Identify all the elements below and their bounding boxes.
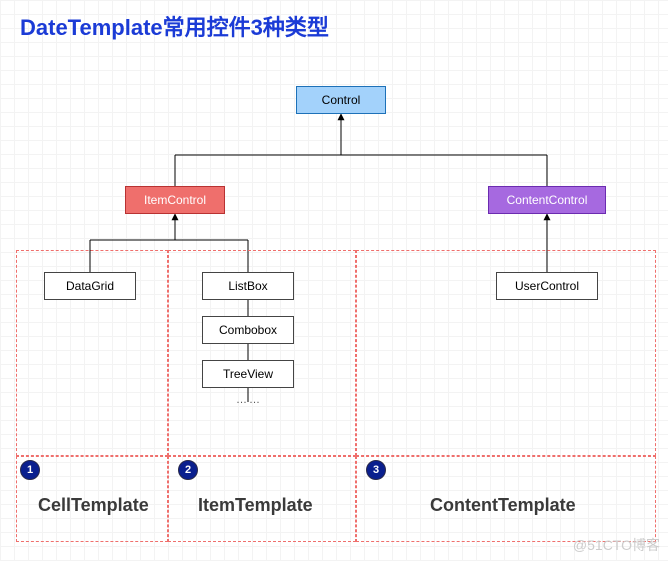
badge-2: 2 xyxy=(178,460,198,480)
node-control: Control xyxy=(296,86,386,114)
node-item-control: ItemControl xyxy=(125,186,225,214)
watermark: @51CTO博客 xyxy=(573,535,660,555)
badge-3: 3 xyxy=(366,460,386,480)
label-item-template: ItemTemplate xyxy=(198,495,313,516)
group-3-upper xyxy=(356,250,656,456)
label-content-template: ContentTemplate xyxy=(430,495,576,516)
page-title: DateTemplate常用控件3种类型 xyxy=(20,10,329,42)
node-content-control: ContentControl xyxy=(488,186,606,214)
group-2-upper xyxy=(168,250,356,456)
group-1-upper xyxy=(16,250,168,456)
label-cell-template: CellTemplate xyxy=(38,495,149,516)
badge-1: 1 xyxy=(20,460,40,480)
